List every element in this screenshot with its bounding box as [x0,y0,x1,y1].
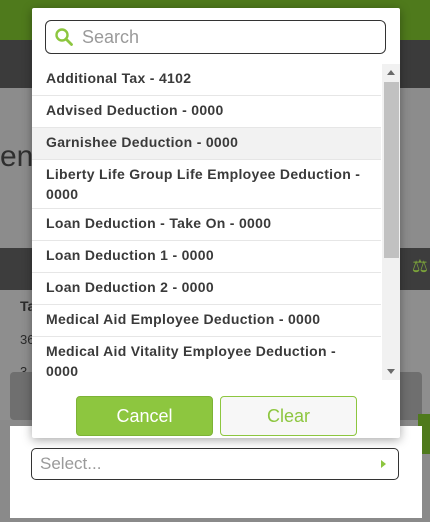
list-item[interactable]: Liberty Life Group Life Employee Deducti… [32,160,381,209]
dropdown-popup: Additional Tax - 4102 Advised Deduction … [32,8,400,438]
list-item[interactable]: Loan Deduction 2 - 0000 [32,273,381,305]
list-item[interactable]: Loan Deduction - Take On - 0000 [32,209,381,241]
option-list-viewport: Additional Tax - 4102 Advised Deduction … [32,64,400,380]
list-scrollbar[interactable] [382,64,400,380]
deduction-select[interactable]: Select... [31,448,399,480]
page-title-fragment: en [0,140,34,173]
option-list: Additional Tax - 4102 Advised Deduction … [32,64,381,380]
popup-pointer [207,438,227,448]
select-placeholder: Select... [40,454,102,473]
list-item[interactable]: Additional Tax - 4102 [32,64,381,96]
scroll-thumb[interactable] [384,82,399,258]
list-item[interactable]: Medical Aid Employee Deduction - 0000 [32,305,381,337]
list-item[interactable]: Advised Deduction - 0000 [32,96,381,128]
list-item[interactable]: Loan Deduction 1 - 0000 [32,241,381,273]
search-icon [54,27,74,47]
cancel-button[interactable]: Cancel [76,396,213,436]
chevron-right-icon [381,460,386,468]
search-box[interactable] [45,20,386,54]
search-input[interactable] [80,25,364,49]
list-item[interactable]: Garnishee Deduction - 0000 [32,128,381,160]
clear-button[interactable]: Clear [220,396,357,436]
list-item[interactable]: Medical Aid Vitality Employee Deduction … [32,337,381,380]
scroll-down-arrow-icon[interactable] [387,369,395,374]
balance-scale-icon: ⚖ [411,256,428,276]
scroll-up-arrow-icon[interactable] [387,70,395,75]
